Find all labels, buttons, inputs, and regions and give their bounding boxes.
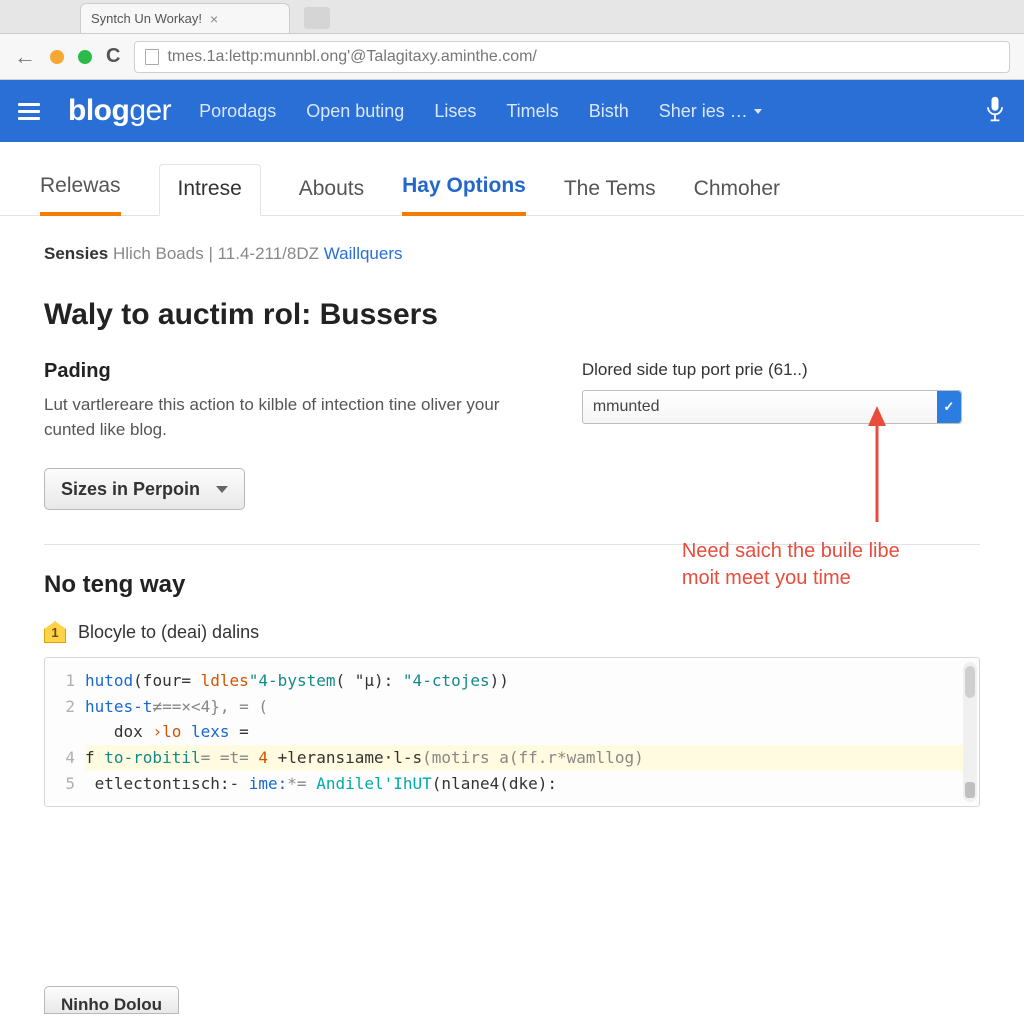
tab-chmoher[interactable]: Chmoher bbox=[694, 177, 780, 215]
scrollbar[interactable] bbox=[963, 662, 977, 802]
breadcrumb-code: 11.4-211/8DZ bbox=[218, 244, 319, 263]
breadcrumb-mid: Hlich Boads bbox=[113, 244, 204, 263]
step-row: 1 Blocyle to (deai) dalins bbox=[44, 621, 980, 643]
page-tabs: Relewas Intrese Abouts Hay Options The T… bbox=[0, 142, 1024, 216]
breadcrumb-sep: | bbox=[208, 244, 217, 263]
annotation-line2: moit meet you time bbox=[682, 565, 1022, 592]
breadcrumb-root: Sensies bbox=[44, 244, 108, 263]
step-badge-icon: 1 bbox=[44, 621, 66, 643]
tab-intrese[interactable]: Intrese bbox=[159, 164, 261, 216]
sizes-dropdown-label: Sizes in Perpoin bbox=[61, 479, 200, 500]
step-text: Blocyle to (deai) dalins bbox=[78, 622, 259, 643]
tab-the-tems[interactable]: The Tems bbox=[564, 177, 656, 215]
breadcrumb: Sensies Hlich Boads | 11.4-211/8DZ Waill… bbox=[44, 244, 980, 264]
app-logo[interactable]: blogger bbox=[68, 94, 171, 128]
new-tab-button[interactable] bbox=[304, 7, 330, 29]
port-label: Dlored side tup port prie (61..) bbox=[582, 360, 980, 380]
browser-toolbar: ← C tmes.1a:lettp:munnbl.ong'@Talagitaxy… bbox=[0, 34, 1024, 80]
scroll-down-icon[interactable] bbox=[965, 782, 975, 798]
page-body: Relewas Intrese Abouts Hay Options The T… bbox=[0, 142, 1024, 1024]
nav-porodags[interactable]: Porodags bbox=[199, 101, 276, 122]
pading-desc: Lut vartlereare this action to kilble of… bbox=[44, 393, 514, 442]
chevron-down-icon bbox=[216, 486, 228, 493]
close-icon[interactable]: × bbox=[210, 11, 218, 27]
page-title: Waly to auctim rol: Bussers bbox=[44, 298, 980, 332]
port-select-value: mmunted bbox=[593, 398, 660, 416]
tab-hay-options[interactable]: Hay Options bbox=[402, 174, 526, 216]
header-nav: Porodags Open buting Lises Timels Bisth … bbox=[199, 101, 762, 122]
tab-title: Syntch Un Workay! bbox=[91, 11, 202, 26]
tab-relewas[interactable]: Relewas bbox=[40, 174, 121, 216]
nav-timels[interactable]: Timels bbox=[506, 101, 558, 122]
traffic-light-orange bbox=[50, 50, 64, 64]
breadcrumb-link[interactable]: Waillquers bbox=[324, 244, 403, 263]
back-icon[interactable]: ← bbox=[14, 44, 36, 70]
logo-suffix: ger bbox=[129, 94, 171, 127]
port-select[interactable]: mmunted bbox=[582, 390, 962, 424]
scroll-thumb[interactable] bbox=[965, 666, 975, 698]
reload-icon[interactable]: C bbox=[106, 45, 120, 68]
url-bar[interactable]: tmes.1a:lettp:munnbl.ong'@Talagitaxy.ami… bbox=[134, 41, 1010, 73]
logo-main: blog bbox=[68, 94, 129, 127]
sizes-dropdown[interactable]: Sizes in Perpoin bbox=[44, 468, 245, 510]
nav-bisth[interactable]: Bisth bbox=[589, 101, 629, 122]
mic-icon[interactable] bbox=[984, 95, 1006, 128]
page-icon bbox=[145, 49, 159, 65]
content-area: Sensies Hlich Boads | 11.4-211/8DZ Waill… bbox=[0, 216, 1024, 835]
annotation-text: Need saich the buile libe moit meet you … bbox=[682, 538, 1022, 592]
pading-heading: Pading bbox=[44, 360, 522, 383]
traffic-light-green bbox=[78, 50, 92, 64]
tab-abouts[interactable]: Abouts bbox=[299, 177, 364, 215]
menu-icon[interactable] bbox=[18, 103, 40, 120]
app-header: blogger Porodags Open buting Lises Timel… bbox=[0, 80, 1024, 142]
url-text: tmes.1a:lettp:munnbl.ong'@Talagitaxy.ami… bbox=[167, 48, 536, 66]
nav-lises[interactable]: Lises bbox=[434, 101, 476, 122]
browser-tab-strip: Syntch Un Workay! × bbox=[0, 0, 1024, 34]
annotation-line1: Need saich the buile libe bbox=[682, 538, 1022, 565]
nav-open-buting[interactable]: Open buting bbox=[306, 101, 404, 122]
annotation-arrow bbox=[862, 404, 892, 529]
bottom-button[interactable]: Ninho Dolou bbox=[44, 986, 179, 1014]
browser-tab[interactable]: Syntch Un Workay! × bbox=[80, 3, 290, 33]
nav-more[interactable]: Sher ies … bbox=[659, 101, 762, 122]
code-block[interactable]: hutod(four= ldles"4-bystem( "µ): "4-ctoj… bbox=[44, 657, 980, 807]
check-icon bbox=[937, 391, 961, 423]
